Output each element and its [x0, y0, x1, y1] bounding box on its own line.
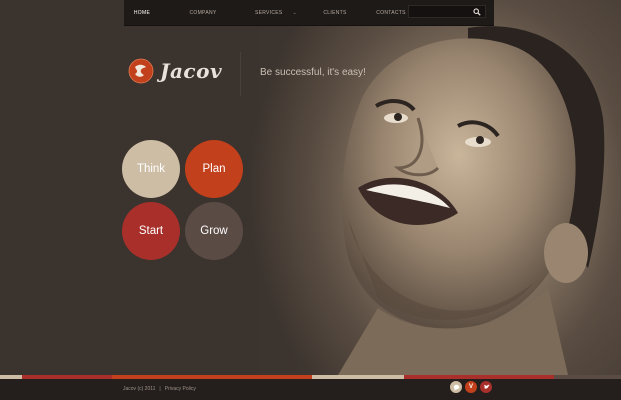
nav-clients[interactable]: CLIENTS: [306, 0, 364, 25]
circle-plan[interactable]: Plan: [185, 140, 243, 198]
search-box: [408, 5, 486, 18]
tagline: Be successful, it's easy!: [260, 67, 366, 78]
brand-name: Jacov: [160, 59, 223, 83]
chevron-down-icon: ⌄: [292, 9, 298, 16]
globe-logo-icon: [128, 58, 154, 84]
circle-start[interactable]: Start: [122, 202, 180, 260]
privacy-policy-link[interactable]: Privacy Policy: [165, 386, 196, 392]
twitter-icon[interactable]: [480, 381, 492, 393]
nav-company[interactable]: COMPANY: [160, 0, 246, 25]
top-navigation: HOME COMPANY SERVICES ⌄ CLIENTS CONTACTS: [124, 0, 494, 26]
footer-text: Jacov (c) 2011 | Privacy Policy: [123, 386, 196, 392]
nav-services[interactable]: SERVICES ⌄: [246, 0, 306, 25]
nav-services-label: SERVICES: [254, 9, 283, 16]
search-input[interactable]: [411, 6, 469, 17]
footer-separator: |: [159, 386, 161, 392]
brand-logo[interactable]: Jacov: [128, 58, 222, 84]
footer: Jacov (c) 2011 | Privacy Policy V: [0, 379, 621, 400]
hero-background: [0, 0, 621, 375]
circle-grow[interactable]: Grow: [185, 202, 243, 260]
search-icon[interactable]: [473, 8, 481, 16]
copyright: Jacov (c) 2011: [123, 386, 156, 392]
header-divider: [240, 52, 241, 96]
circle-think[interactable]: Think: [122, 140, 180, 198]
chat-icon[interactable]: [450, 381, 462, 393]
vimeo-icon[interactable]: V: [465, 381, 477, 393]
nav-home[interactable]: HOME: [124, 0, 160, 25]
